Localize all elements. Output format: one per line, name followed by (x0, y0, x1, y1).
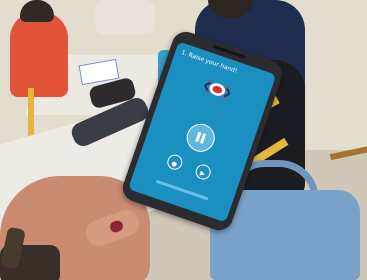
record-button[interactable] (165, 152, 185, 172)
pause-button[interactable] (182, 119, 219, 156)
microphone-wave-icon (204, 80, 231, 99)
student-left-orange-shirt (10, 12, 68, 97)
classroom-photo: 1. Raise your hand! (0, 0, 367, 280)
pause-icon (195, 131, 207, 144)
student-left-head (20, 0, 54, 22)
navigation-bar[interactable] (155, 179, 209, 201)
student-back-middle (95, 0, 155, 35)
record-icon (171, 161, 177, 167)
replay-button[interactable] (193, 162, 213, 182)
replay-icon (199, 170, 205, 176)
